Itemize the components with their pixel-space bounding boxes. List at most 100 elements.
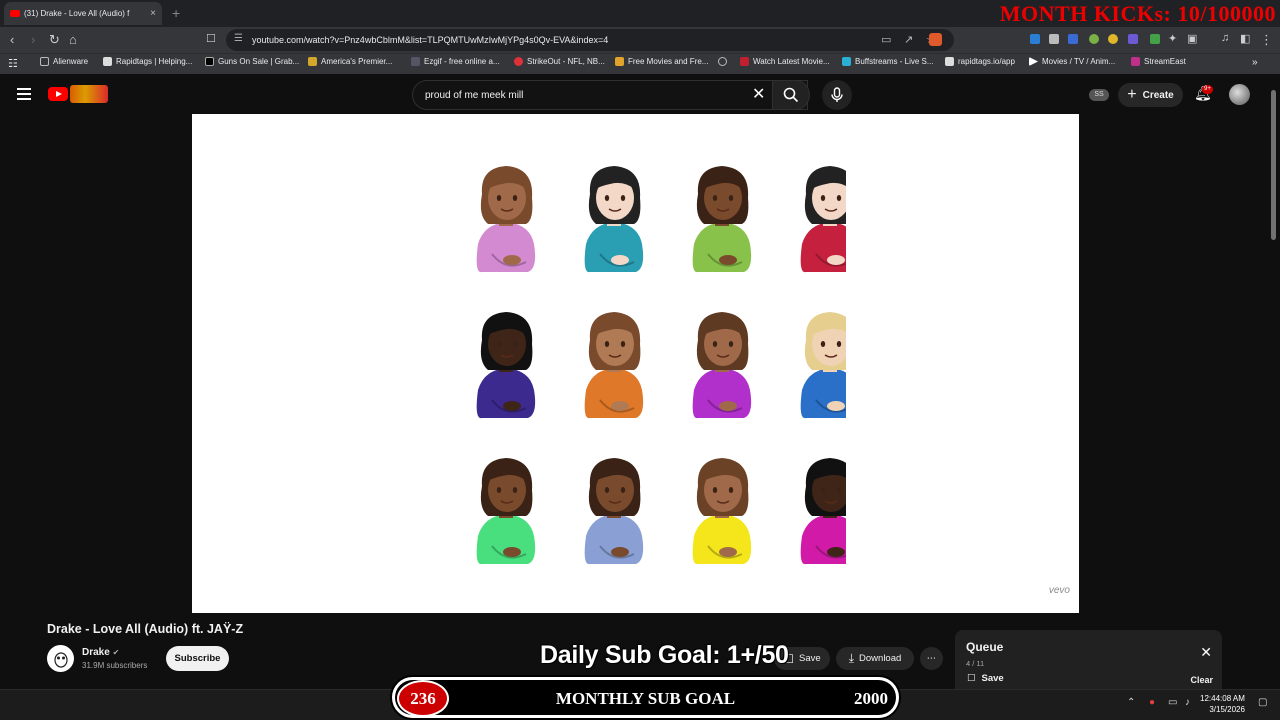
youtube-doodle-icon[interactable] [70, 85, 108, 103]
close-queue-icon[interactable]: ✕ [1200, 644, 1212, 661]
tray-microphone-icon[interactable]: ● [1149, 697, 1155, 708]
ss-extension-button[interactable]: SS [1089, 89, 1109, 101]
more-actions-button[interactable]: ⋯ [920, 647, 943, 670]
search-input[interactable]: proud of me meek mill [412, 80, 808, 110]
menu-hamburger-icon[interactable] [17, 88, 31, 100]
create-button[interactable]: + Create [1118, 83, 1183, 107]
site-icon [615, 57, 624, 66]
globe-icon[interactable] [718, 57, 727, 66]
pregnant-woman-emoji [584, 166, 644, 273]
pregnant-woman-emoji [692, 312, 752, 419]
account-avatar[interactable] [1229, 84, 1250, 105]
plus-icon: + [1127, 86, 1137, 103]
extension-icon[interactable] [1150, 34, 1160, 44]
sidebar-icon[interactable]: ▣ [1187, 32, 1197, 45]
pregnant-woman-emoji [584, 458, 644, 565]
queue-clear-button[interactable]: Clear [1190, 675, 1213, 685]
url-field[interactable]: ☰ youtube.com/watch?v=Pnz4wbCblmM&list=T… [226, 29, 954, 51]
page-scrollbar[interactable] [1271, 90, 1276, 240]
pregnant-woman-emoji [800, 312, 846, 419]
pregnant-woman-emoji [476, 312, 536, 419]
bookmark-free-movies[interactable]: Free Movies and Fre... [615, 57, 708, 66]
extension-icon[interactable] [1089, 34, 1099, 44]
site-icon [740, 57, 749, 66]
network-icon[interactable]: ▭ [1168, 697, 1177, 708]
monthly-sub-goal-target: 2000 [854, 689, 888, 708]
extension-icon[interactable] [1128, 34, 1138, 44]
volume-icon[interactable]: ♪ [1185, 697, 1190, 708]
bookmark-streameast[interactable]: StreamEast [1131, 57, 1186, 66]
notification-count-badge: 9+ [1202, 85, 1213, 94]
brave-shield-icon[interactable] [929, 33, 942, 46]
browser-tab[interactable]: (31) Drake - Love All (Audio) f × [4, 2, 162, 25]
subscriber-count: 31.9M subscribers [82, 661, 148, 670]
bookmark-watch-latest-movie[interactable]: Watch Latest Movie... [740, 57, 830, 66]
bookmark-icon: ☐ [967, 673, 976, 684]
site-icon [842, 57, 851, 66]
apps-grid-icon[interactable]: ☷ [8, 57, 18, 70]
clock-date: 3/15/2026 [1209, 705, 1245, 714]
screen: (31) Drake - Love All (Audio) f × + MONT… [0, 0, 1280, 720]
bookmark-strikeout[interactable]: StrikeOut - NFL, NB... [514, 57, 605, 66]
extension-icon[interactable] [1068, 34, 1078, 44]
pregnant-woman-emoji-grid [476, 166, 846, 565]
bookmark-buffstreams[interactable]: Buffstreams - Live S... [842, 57, 934, 66]
bookmark-rapidtags[interactable]: Rapidtags | Helping... [103, 57, 192, 66]
bookmark-movies-tv-anime[interactable]: Movies / TV / Anim... [1029, 57, 1115, 66]
system-clock[interactable]: 12:44:08 AM 3/15/2026 [1200, 693, 1245, 715]
download-icon: ⤓ [848, 651, 855, 665]
monthly-sub-goal-label: MONTHLY SUB GOAL [555, 689, 736, 708]
site-icon [1131, 57, 1140, 66]
verified-icon: ✔ [112, 648, 120, 657]
bookmark-americas-premier[interactable]: America's Premier... [308, 57, 392, 66]
video-title: Drake - Love All (Audio) ft. JAŸ-Z [47, 622, 244, 636]
subscribe-button[interactable]: Subscribe [166, 646, 229, 671]
close-tab-icon[interactable]: × [150, 8, 156, 19]
search-button[interactable] [772, 80, 810, 110]
media-icon[interactable]: ♫ [1221, 32, 1229, 44]
bookmark-page-icon[interactable]: ☐ [206, 32, 216, 45]
url-text: youtube.com/watch?v=Pnz4wbCblmM&list=TLP… [252, 35, 609, 45]
queue-title: Queue [966, 640, 1004, 654]
owl-logo-icon [53, 651, 68, 668]
site-info-icon[interactable]: ☰ [234, 33, 243, 44]
microphone-icon [831, 87, 843, 102]
menu-dots-icon[interactable]: ⋮ [1260, 32, 1273, 48]
queue-save-button[interactable]: ☐ Save [967, 673, 1004, 684]
more-dots-icon: ⋯ [926, 653, 937, 664]
tray-overflow-icon[interactable]: ⌃ [1127, 697, 1135, 708]
more-bookmarks-icon[interactable]: » [1252, 57, 1258, 68]
site-icon [411, 57, 420, 66]
new-tab-icon[interactable]: + [172, 5, 180, 21]
monthly-goal-bar: 236 MONTHLY SUB GOAL 2000 [395, 680, 896, 717]
share-icon[interactable]: ↗ [904, 33, 913, 46]
bookmark-alienware[interactable]: Alienware [40, 57, 88, 66]
home-icon[interactable]: ⌂ [69, 32, 77, 47]
side-panel-icon[interactable]: ◧ [1240, 32, 1250, 45]
bookmark-guns-on-sale[interactable]: Guns On Sale | Grab... [205, 57, 299, 66]
notification-center-icon[interactable]: ▢ [1258, 697, 1267, 708]
extension-icon[interactable] [1049, 34, 1059, 44]
search-query: proud of me meek mill [425, 89, 524, 101]
forward-icon[interactable]: › [31, 32, 35, 47]
clear-search-icon[interactable]: ✕ [752, 84, 765, 104]
back-icon[interactable]: ‹ [10, 32, 14, 47]
cast-icon[interactable]: ▭ [881, 33, 891, 46]
bookmark-ezgif[interactable]: Ezgif - free online a... [411, 57, 500, 66]
bookmark-rapidtags-app[interactable]: rapidtags.io/app [945, 57, 1015, 66]
channel-name[interactable]: Drake ✔ [82, 647, 119, 658]
channel-avatar[interactable] [47, 645, 74, 672]
reload-icon[interactable]: ↻ [49, 32, 60, 48]
extension-icon[interactable] [1030, 34, 1040, 44]
site-icon [514, 57, 523, 66]
extension-icon[interactable] [1108, 34, 1118, 44]
youtube-logo-icon[interactable] [48, 87, 68, 101]
pregnant-woman-emoji [800, 166, 846, 273]
video-player[interactable]: vevo [192, 114, 1079, 613]
address-toolbar: ‹ › ↻ ⌂ ☐ ☰ youtube.com/watch?v=Pnz4wbCb… [0, 27, 1280, 53]
download-button[interactable]: ⤓ Download [836, 647, 914, 670]
monthly-sub-goal-overlay: 236 MONTHLY SUB GOAL 2000 [390, 675, 901, 720]
extensions-puzzle-icon[interactable]: ✦ [1168, 32, 1177, 45]
voice-search-button[interactable] [822, 80, 852, 110]
pregnant-woman-emoji [692, 458, 752, 565]
